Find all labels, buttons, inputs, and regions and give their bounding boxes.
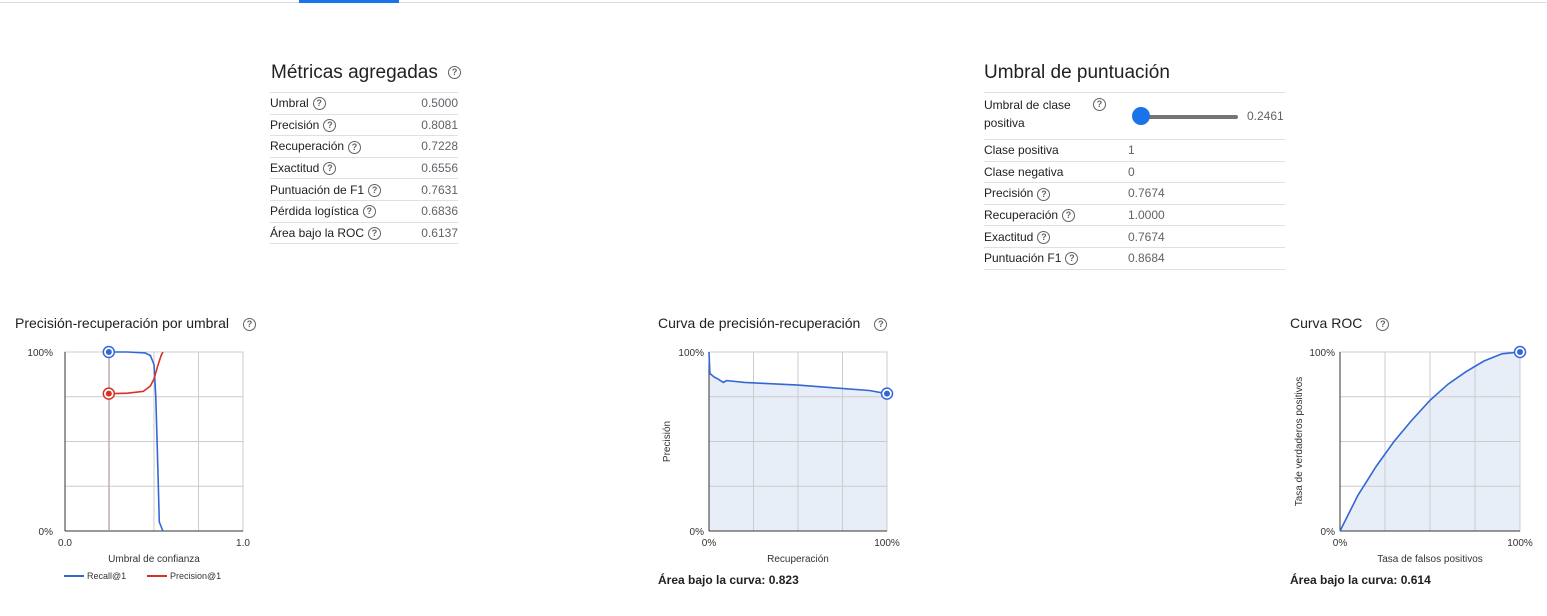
x-tick-label: 0% [702, 538, 717, 549]
help-icon[interactable] [348, 140, 362, 154]
y-tick-label: 0% [39, 527, 54, 538]
metric-label: Precisión [270, 117, 320, 132]
score-threshold-title: Umbral de puntuación [984, 62, 1170, 83]
help-icon[interactable] [1065, 252, 1079, 266]
metric-label: Pérdida logística [270, 204, 359, 219]
metric-label: Exactitud [270, 160, 320, 175]
help-icon[interactable] [312, 97, 326, 111]
help-icon[interactable] [1062, 209, 1076, 223]
metric-row: Precisión 0.8081 [270, 113, 458, 136]
legend-label: Recall@1 [87, 571, 126, 581]
slider-label: Umbral de clase positiva [984, 98, 1071, 130]
metric-row: Recuperación 1.0000 [984, 203, 1285, 226]
threshold-slider-value: 0.2461 [1247, 109, 1284, 123]
pr-threshold-chart-title: Precisión-recuperación por umbral [15, 315, 256, 331]
metric-value: 0.7674 [1128, 182, 1285, 205]
metric-value: 0.5000 [411, 92, 458, 115]
threshold-slider-thumb[interactable] [1132, 107, 1150, 125]
metric-value: 0.7631 [411, 178, 458, 201]
y-axis-label: Precisión [662, 421, 673, 462]
point-marker-dot [105, 349, 112, 355]
pr-curve-auc: Área bajo la curva: 0.823 [658, 573, 799, 587]
metric-label: Exactitud [984, 229, 1034, 244]
threshold-metrics-table: Clase positiva 1 Clase negativa 0 Precisión 0… [984, 139, 1285, 270]
metric-label: Recuperación [984, 207, 1059, 222]
roc-chart-title: Curva ROC [1290, 315, 1390, 331]
x-axis-label: Recuperación [767, 554, 829, 565]
metric-row: Exactitud 0.6556 [270, 156, 458, 179]
metric-label: Precisión [984, 186, 1034, 201]
metric-row: Umbral 0.5000 [270, 92, 458, 115]
pr-curve-chart: 100% 0%0% 100% Recuperación Precisión [662, 348, 900, 565]
legend-label: Precision@1 [170, 571, 221, 581]
aggregated-metrics-title: Métricas agregadas [271, 62, 462, 84]
metric-label: Área bajo la ROC [270, 225, 365, 240]
pr-curve-chart-title: Curva de precisión-recuperación [658, 315, 888, 331]
help-icon[interactable] [1037, 187, 1051, 201]
metric-row: Recuperación 0.7228 [270, 135, 458, 158]
help-icon[interactable] [323, 119, 337, 133]
x-tick-label: 100% [1507, 538, 1533, 549]
metric-value: 0 [1128, 160, 1285, 183]
tab-bar-divider [0, 2, 1547, 3]
x-axis-label: Tasa de falsos positivos [1377, 554, 1483, 565]
x-tick-label: 1.0 [236, 538, 250, 549]
point-marker-dot [1517, 349, 1523, 355]
roc-auc: Área bajo la curva: 0.614 [1290, 573, 1431, 587]
y-tick-label: 100% [27, 348, 53, 359]
y-tick-label: 0% [1321, 527, 1336, 538]
active-tab-indicator [299, 0, 399, 3]
point-marker-dot [884, 390, 890, 397]
metric-row: Clase positiva 1 [984, 139, 1285, 162]
help-icon[interactable] [368, 183, 382, 197]
metric-label: Umbral [270, 96, 309, 111]
y-tick-label: 100% [1309, 348, 1335, 359]
metric-label: Puntuación F1 [984, 251, 1062, 266]
help-icon[interactable] [1376, 317, 1390, 331]
metric-value: 0.6556 [411, 156, 458, 179]
help-icon[interactable] [362, 205, 376, 219]
metric-label: Clase positiva [984, 143, 1059, 158]
threshold-slider-track[interactable] [1141, 115, 1238, 119]
help-icon[interactable] [1037, 230, 1051, 244]
metric-label: Clase negativa [984, 164, 1064, 179]
metric-value: 1 [1128, 139, 1285, 162]
x-tick-label: 0.0 [58, 538, 72, 549]
metric-row: Área bajo la ROC 0.6137 [270, 221, 458, 245]
metric-row: Pérdida logística 0.6836 [270, 199, 458, 223]
metric-value: 0.8684 [1128, 246, 1285, 270]
help-icon[interactable] [368, 227, 382, 241]
help-icon[interactable] [448, 66, 462, 80]
x-tick-label: 0% [1333, 538, 1348, 549]
metric-row: Puntuación F1 0.8684 [984, 246, 1285, 270]
y-tick-label: 100% [678, 348, 704, 359]
metric-value: 0.8081 [411, 113, 458, 136]
help-icon[interactable] [874, 317, 888, 331]
x-axis-label: Umbral de confianza [108, 554, 200, 565]
roc-chart: 100% 0%0% 100% Tasa de falsos positivos Tasa… [1294, 345, 1533, 565]
y-tick-label: 0% [690, 527, 705, 538]
point-marker-dot [105, 390, 112, 397]
aggregated-metrics-table: Umbral 0.5000 Precisión 0.8081 Recuperación 0… [270, 92, 458, 245]
help-icon[interactable] [1093, 98, 1106, 111]
help-icon[interactable] [243, 317, 256, 331]
metric-row: Precisión 0.7674 [984, 182, 1285, 205]
metric-label: Recuperación [270, 139, 345, 154]
metric-value: 0.7674 [1128, 225, 1285, 248]
help-icon[interactable] [323, 162, 337, 176]
metric-value: 0.6137 [411, 221, 458, 245]
metric-value: 0.6836 [411, 199, 458, 223]
metric-row: Clase negativa 0 [984, 160, 1285, 183]
x-tick-label: 100% [874, 538, 900, 549]
y-axis-label: Tasa de verdaderos positivos [1294, 377, 1305, 507]
metric-value: 1.0000 [1128, 203, 1285, 226]
metric-row: Puntuación de F1 0.7631 [270, 178, 458, 201]
metric-row: Exactitud 0.7674 [984, 225, 1285, 248]
metric-value: 0.7228 [411, 135, 458, 158]
metric-label: Puntuación de F1 [270, 182, 365, 197]
pr-threshold-chart: 100% 0% 0.0 1.0 Umbral de confianza Recall@1 P… [27, 345, 250, 581]
